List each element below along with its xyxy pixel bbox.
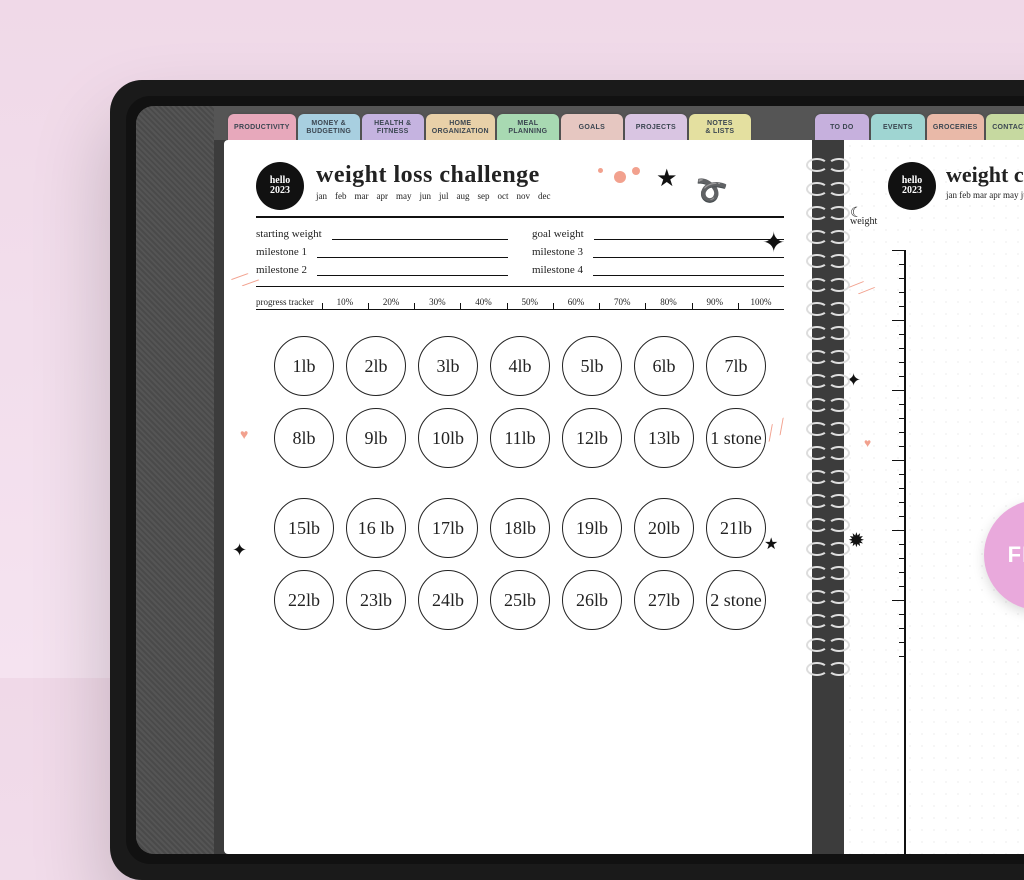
weight-bubble[interactable]: 16 lb — [346, 498, 406, 558]
month-jun[interactable]: jun — [420, 191, 432, 201]
weight-bubble[interactable]: 2 stone — [706, 570, 766, 630]
moon-icon: ☾ — [850, 204, 863, 221]
progress-tracker: progress tracker 10%20%30%40%50%60%70%80… — [256, 297, 784, 310]
squiggle-icon: ➰ — [691, 173, 729, 210]
tab-home-organization[interactable]: HOME ORGANIZATION — [426, 114, 495, 142]
weight-bubble[interactable]: 25lb — [490, 570, 550, 630]
month-sep[interactable]: sep — [478, 191, 490, 201]
progress-tick: 80% — [645, 297, 691, 310]
weight-bubble[interactable]: 26lb — [562, 570, 622, 630]
weight-bubble[interactable]: 6lb — [634, 336, 694, 396]
tab-projects[interactable]: PROJECTS — [625, 114, 687, 142]
divider — [256, 216, 784, 218]
month-oct[interactable]: oct — [498, 191, 509, 201]
progress-tick: 30% — [414, 297, 460, 310]
planner-cover-spine — [136, 106, 214, 854]
weight-bubble[interactable]: 19lb — [562, 498, 622, 558]
weight-bubble[interactable]: 20lb — [634, 498, 694, 558]
weight-bubble[interactable]: 1 stone — [706, 408, 766, 468]
weight-bubble[interactable]: 12lb — [562, 408, 622, 468]
progress-tick: 60% — [553, 297, 599, 310]
heart-icon: ♥ — [240, 426, 248, 442]
burst-icon: ✹ — [848, 528, 865, 553]
heart-icon: ♥ — [864, 436, 871, 450]
progress-tick: 100% — [738, 297, 784, 310]
milestone-1-field[interactable]: milestone 1 — [256, 246, 508, 258]
weight-bubble[interactable]: 18lb — [490, 498, 550, 558]
month-apr[interactable]: apr — [377, 191, 389, 201]
sparkle-icon: ✦ — [232, 540, 247, 561]
page-right: weight cha jan feb mar apr may ju weight… — [844, 140, 1024, 854]
milestone-4-field[interactable]: milestone 4 — [532, 264, 784, 276]
weight-bubble[interactable]: 15lb — [274, 498, 334, 558]
tab-goals[interactable]: GOALS — [561, 114, 623, 142]
star-icon: ★ — [764, 534, 778, 554]
tab-events[interactable]: EVENTS — [871, 114, 925, 142]
month-jan[interactable]: jan — [316, 191, 327, 201]
goal-fields: starting weight goal weight milestone 1 … — [256, 228, 784, 276]
weight-bubble[interactable]: 21lb — [706, 498, 766, 558]
month-jul[interactable]: jul — [439, 191, 449, 201]
weight-bubble[interactable]: 8lb — [274, 408, 334, 468]
progress-label: progress tracker — [256, 297, 322, 310]
weight-bubble[interactable]: 7lb — [706, 336, 766, 396]
month-aug[interactable]: aug — [457, 191, 470, 201]
weight-bubbles-grid: 1lb2lb3lb4lb5lb6lb7lb8lb9lb10lb11lb12lb1… — [256, 336, 784, 630]
screen: PRODUCTIVITYMONEY & BUDGETINGHEALTH & FI… — [136, 106, 1024, 854]
weight-bubble[interactable]: 13lb — [634, 408, 694, 468]
weight-ruler — [888, 250, 906, 854]
tab-meal-planning[interactable]: MEAL PLANNING — [497, 114, 559, 142]
page-title-right: weight cha — [946, 162, 1024, 188]
weight-bubble[interactable]: 24lb — [418, 570, 478, 630]
goal-weight-field[interactable]: goal weight — [532, 228, 784, 240]
milestone-3-field[interactable]: milestone 3 — [532, 246, 784, 258]
weight-bubble[interactable]: 9lb — [346, 408, 406, 468]
weight-bubble[interactable]: 17lb — [418, 498, 478, 558]
progress-tick: 10% — [322, 297, 368, 310]
weight-bubble[interactable]: 11lb — [490, 408, 550, 468]
month-feb[interactable]: feb — [335, 191, 347, 201]
progress-tick: 90% — [692, 297, 738, 310]
weight-bubble[interactable]: 10lb — [418, 408, 478, 468]
progress-tick: 50% — [507, 297, 553, 310]
tab-contacts[interactable]: CONTACTS — [986, 114, 1024, 142]
tab-groceries[interactable]: GROCERIES — [927, 114, 984, 142]
hello-2023-logo — [256, 162, 304, 210]
month-dec[interactable]: dec — [538, 191, 551, 201]
weight-bubble[interactable]: 4lb — [490, 336, 550, 396]
star-icon: ★ — [656, 164, 678, 193]
progress-tick: 20% — [368, 297, 414, 310]
device-bezel: PRODUCTIVITYMONEY & BUDGETINGHEALTH & FI… — [126, 96, 1024, 864]
month-may[interactable]: may — [396, 191, 412, 201]
tablet-device: PRODUCTIVITYMONEY & BUDGETINGHEALTH & FI… — [110, 80, 1024, 880]
progress-tick: 70% — [599, 297, 645, 310]
hello-2023-logo — [888, 162, 936, 210]
notebook-tabs: PRODUCTIVITYMONEY & BUDGETINGHEALTH & FI… — [214, 106, 1024, 142]
month-mar[interactable]: mar — [355, 191, 369, 201]
star-outline-icon: ✦ — [762, 226, 785, 259]
weight-bubble[interactable]: 3lb — [418, 336, 478, 396]
milestone-2-field[interactable]: milestone 2 — [256, 264, 508, 276]
tab-productivity[interactable]: PRODUCTIVITY — [228, 114, 296, 142]
tab-health-fitness[interactable]: HEALTH & FITNESS — [362, 114, 424, 142]
weight-bubble[interactable]: 22lb — [274, 570, 334, 630]
weight-bubble[interactable]: 5lb — [562, 336, 622, 396]
month-nov[interactable]: nov — [517, 191, 531, 201]
page-left: weight loss challenge janfebmaraprmayjun… — [224, 140, 812, 854]
tab-to-do[interactable]: TO DO — [815, 114, 869, 142]
tab-money-budgeting[interactable]: MONEY & BUDGETING — [298, 114, 360, 142]
tab-notes-lists[interactable]: NOTES & LISTS — [689, 114, 751, 142]
weight-bubble[interactable]: 23lb — [346, 570, 406, 630]
spiral-binding — [806, 140, 850, 854]
starting-weight-field[interactable]: starting weight — [256, 228, 508, 240]
month-selector-right[interactable]: jan feb mar apr may ju — [946, 190, 1024, 200]
notebook-pages: weight loss challenge janfebmaraprmayjun… — [214, 140, 1024, 854]
weight-bubble[interactable]: 1lb — [274, 336, 334, 396]
weight-bubble[interactable]: 27lb — [634, 570, 694, 630]
progress-tick: 40% — [460, 297, 506, 310]
weight-bubble[interactable]: 2lb — [346, 336, 406, 396]
divider — [256, 286, 784, 287]
